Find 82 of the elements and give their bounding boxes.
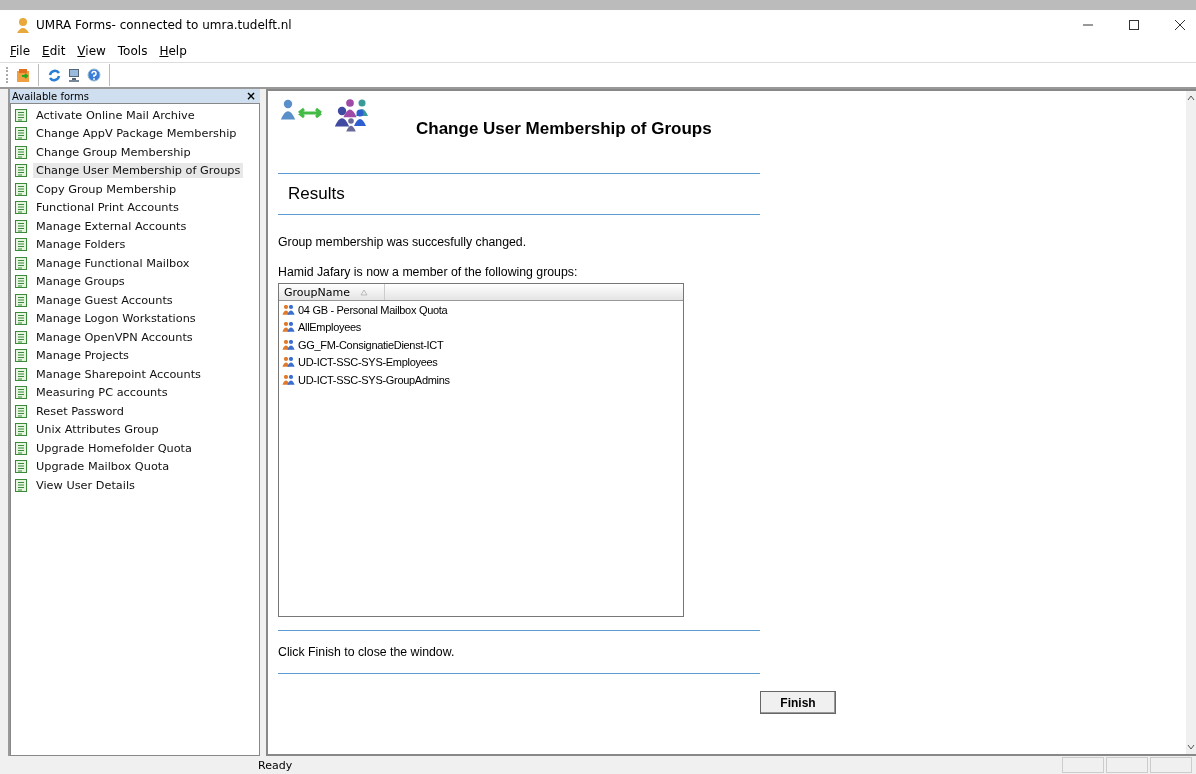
close-button[interactable]: ×: [245, 90, 256, 102]
form-list-item[interactable]: Change Group Membership: [11, 143, 259, 162]
form-list-item[interactable]: Manage Sharepoint Accounts: [11, 365, 259, 384]
open-folder-button[interactable]: [16, 68, 30, 82]
computer-button[interactable]: [67, 68, 81, 82]
menu-item[interactable]: File: [10, 43, 31, 59]
form-icon: [15, 127, 27, 141]
form-icon: [15, 441, 27, 455]
form-list-item[interactable]: Upgrade Homefolder Quota: [11, 439, 259, 458]
result-message: Group membership was succesfully changed.: [278, 235, 528, 249]
menu-item[interactable]: Edit: [42, 43, 66, 59]
form-icon: [15, 201, 27, 215]
form-icon: [15, 238, 27, 252]
form-icon: [15, 145, 27, 159]
group-icon: [282, 339, 295, 350]
window-title: UMRA Forms- connected to umra.tudelft.nl: [36, 18, 292, 32]
form-list-item[interactable]: Measuring PC accounts: [11, 383, 259, 402]
table-cell: UD-ICT-SSC-SYS-Employees: [298, 356, 438, 369]
form-list-item[interactable]: Manage Functional Mailbox: [11, 254, 259, 273]
section-heading: Results: [287, 183, 346, 205]
form-list-item[interactable]: Manage Guest Accounts: [11, 291, 259, 310]
refresh-icon: [47, 68, 61, 82]
close-icon: [1174, 19, 1186, 31]
form-list-item[interactable]: Functional Print Accounts: [11, 198, 259, 217]
maximize-icon: [1128, 19, 1140, 31]
refresh-button[interactable]: [47, 68, 61, 82]
form-icon: [15, 404, 27, 418]
member-text: Hamid Jafary is now a member of the following groups:: [278, 265, 579, 279]
form-list-item[interactable]: Manage External Accounts: [11, 217, 259, 236]
form-icon: [15, 478, 27, 492]
status-pane: [1150, 757, 1192, 773]
group-icon: [282, 357, 295, 368]
finish-button[interactable]: Finish: [760, 691, 836, 714]
computer-icon: [67, 68, 81, 82]
form-icon: [15, 275, 27, 289]
scroll-down-icon: [1187, 744, 1195, 750]
form-icon: [15, 182, 27, 196]
form-icon: [15, 164, 27, 178]
form-list-item[interactable]: Manage Folders: [11, 235, 259, 254]
group-icon: [282, 304, 295, 315]
open-folder-icon: [16, 68, 30, 82]
form-list-item[interactable]: Copy Group Membership: [11, 180, 259, 199]
menu-item[interactable]: View: [77, 43, 106, 59]
form-list-item[interactable]: Reset Password: [11, 402, 259, 421]
scroll-up-icon: [1187, 95, 1195, 101]
user-icon: [16, 17, 30, 33]
instruction-text: Click Finish to close the window.: [278, 644, 456, 661]
form-list-item[interactable]: Upgrade Mailbox Quota: [11, 457, 259, 476]
form-icon: [15, 349, 27, 363]
form-icon: [15, 108, 27, 122]
form-icon: [15, 460, 27, 474]
help-button[interactable]: [87, 68, 101, 82]
panel-title: Available forms: [12, 90, 89, 102]
form-icon: [15, 423, 27, 437]
form-icon: [15, 219, 27, 233]
form-icon: [15, 386, 27, 400]
status-pane: [1106, 757, 1148, 773]
form-icon: [15, 312, 27, 326]
table-cell: AllEmployees: [298, 321, 362, 334]
table-cell: GG_FM-ConsignatieDienst-ICT: [298, 338, 444, 351]
form-list-item[interactable]: Change AppV Package Membership: [11, 124, 259, 143]
status-text: Ready: [258, 758, 294, 772]
form-list-item[interactable]: Unix Attributes Group: [11, 420, 259, 439]
form-list-item[interactable]: Activate Online Mail Archive: [11, 106, 259, 125]
form-icon: [15, 367, 27, 381]
form-title: Change User Membership of Groups: [416, 119, 712, 139]
table-cell: UD-ICT-SSC-SYS-GroupAdmins: [298, 373, 450, 386]
form-icon: [15, 293, 27, 307]
help-icon: [87, 68, 101, 82]
menu-item[interactable]: Help: [159, 43, 187, 59]
form-list-item[interactable]: View User Details: [11, 476, 259, 495]
status-pane: [1062, 757, 1104, 773]
menu-item[interactable]: Tools: [117, 43, 148, 59]
form-list-item[interactable]: Manage Groups: [11, 272, 259, 291]
form-list-item[interactable]: Manage Projects: [11, 346, 259, 365]
form-list-item[interactable]: Manage Logon Workstations: [11, 309, 259, 328]
group-icon: [282, 322, 295, 333]
form-list-item[interactable]: Manage OpenVPN Accounts: [11, 328, 259, 347]
form-icon: [15, 330, 27, 344]
table-cell: 04 GB - Personal Mailbox Quota: [298, 303, 448, 316]
group-icon: [282, 374, 295, 385]
form-icon: [15, 256, 27, 270]
